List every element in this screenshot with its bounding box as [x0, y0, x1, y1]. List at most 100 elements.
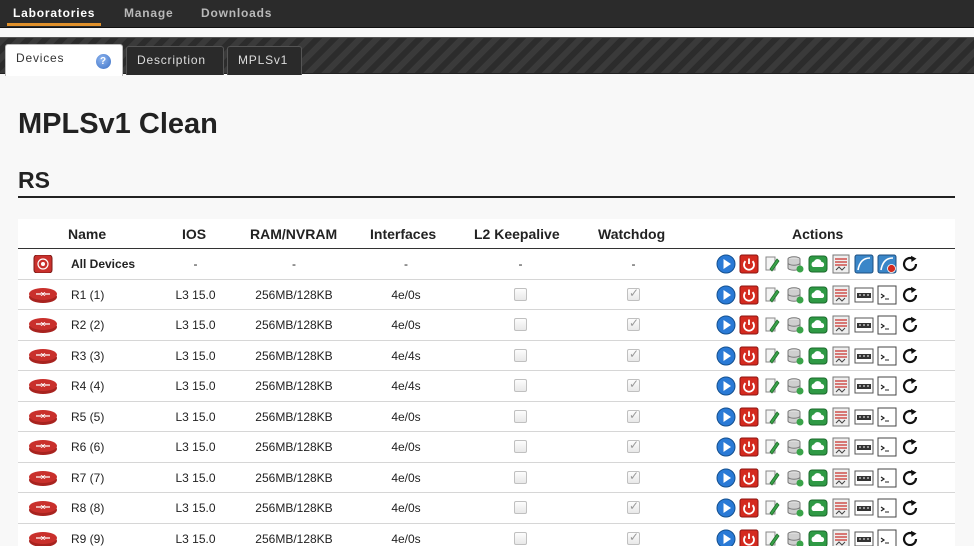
capture-icon[interactable]	[831, 315, 851, 335]
start-icon[interactable]	[716, 315, 736, 335]
database-icon[interactable]	[785, 376, 805, 396]
stop-icon[interactable]	[739, 468, 759, 488]
stop-icon[interactable]	[739, 254, 759, 274]
console-icon[interactable]	[877, 346, 897, 366]
graph-stop-icon[interactable]	[877, 254, 897, 274]
device-name[interactable]: All Devices	[71, 257, 135, 271]
capture-icon[interactable]	[831, 407, 851, 427]
help-icon[interactable]: ?	[96, 54, 111, 69]
nav-manage[interactable]: Manage	[124, 6, 173, 20]
reload-icon[interactable]	[900, 315, 920, 335]
config-icon[interactable]	[854, 407, 874, 427]
reload-icon[interactable]	[900, 376, 920, 396]
device-name[interactable]: R5 (5)	[71, 410, 104, 424]
config-icon[interactable]	[854, 346, 874, 366]
watchdog-checkbox[interactable]	[627, 438, 640, 453]
start-icon[interactable]	[716, 346, 736, 366]
router-icon[interactable]	[28, 286, 58, 304]
router-icon[interactable]	[28, 469, 58, 487]
cloud-icon[interactable]	[808, 437, 828, 457]
stop-icon[interactable]	[739, 376, 759, 396]
reload-icon[interactable]	[900, 407, 920, 427]
config-icon[interactable]	[854, 437, 874, 457]
reload-icon[interactable]	[900, 468, 920, 488]
l2-keepalive-checkbox[interactable]	[514, 501, 527, 514]
stop-icon[interactable]	[739, 498, 759, 518]
database-icon[interactable]	[785, 285, 805, 305]
router-icon[interactable]	[28, 438, 58, 456]
l2-keepalive-checkbox[interactable]	[514, 531, 527, 545]
cloud-icon[interactable]	[808, 407, 828, 427]
database-icon[interactable]	[785, 498, 805, 518]
nav-laboratories[interactable]: Laboratories	[13, 6, 95, 20]
console-icon[interactable]	[877, 407, 897, 427]
l2-keepalive-checkbox[interactable]	[514, 287, 527, 301]
router-icon[interactable]	[28, 316, 58, 334]
database-icon[interactable]	[785, 437, 805, 457]
graph-icon[interactable]	[854, 254, 874, 274]
router-icon[interactable]	[28, 408, 58, 426]
console-icon[interactable]	[877, 285, 897, 305]
watchdog-checkbox[interactable]	[627, 286, 640, 301]
console-icon[interactable]	[877, 529, 897, 546]
device-name[interactable]: R3 (3)	[71, 349, 104, 363]
l2-keepalive-checkbox[interactable]	[514, 348, 527, 362]
stop-icon[interactable]	[739, 315, 759, 335]
reload-icon[interactable]	[900, 285, 920, 305]
device-name[interactable]: R2 (2)	[71, 318, 104, 332]
edit-icon[interactable]	[762, 376, 782, 396]
console-icon[interactable]	[877, 437, 897, 457]
edit-icon[interactable]	[762, 285, 782, 305]
capture-icon[interactable]	[831, 468, 851, 488]
capture-icon[interactable]	[831, 498, 851, 518]
watchdog-checkbox[interactable]	[627, 499, 640, 514]
nav-downloads[interactable]: Downloads	[201, 6, 272, 20]
watchdog-checkbox[interactable]	[627, 530, 640, 545]
l2-keepalive-checkbox[interactable]	[514, 409, 527, 423]
database-icon[interactable]	[785, 407, 805, 427]
console-icon[interactable]	[877, 376, 897, 396]
cloud-icon[interactable]	[808, 376, 828, 396]
watchdog-checkbox[interactable]	[627, 316, 640, 331]
edit-icon[interactable]	[762, 468, 782, 488]
reload-icon[interactable]	[900, 437, 920, 457]
start-icon[interactable]	[716, 285, 736, 305]
device-name[interactable]: R1 (1)	[71, 288, 104, 302]
device-name[interactable]: R7 (7)	[71, 471, 104, 485]
config-icon[interactable]	[854, 498, 874, 518]
router-icon[interactable]	[28, 377, 58, 395]
config-icon[interactable]	[854, 468, 874, 488]
edit-icon[interactable]	[762, 498, 782, 518]
watchdog-checkbox[interactable]	[627, 408, 640, 423]
config-icon[interactable]	[854, 315, 874, 335]
console-icon[interactable]	[877, 498, 897, 518]
start-icon[interactable]	[716, 407, 736, 427]
config-icon[interactable]	[854, 376, 874, 396]
start-icon[interactable]	[716, 498, 736, 518]
start-icon[interactable]	[716, 254, 736, 274]
capture-icon[interactable]	[831, 285, 851, 305]
reload-icon[interactable]	[900, 254, 920, 274]
device-name[interactable]: R6 (6)	[71, 440, 104, 454]
capture-icon[interactable]	[831, 254, 851, 274]
cloud-icon[interactable]	[808, 254, 828, 274]
edit-icon[interactable]	[762, 407, 782, 427]
tab-mplsv1[interactable]: MPLSv1	[227, 46, 302, 75]
l2-keepalive-checkbox[interactable]	[514, 318, 527, 331]
l2-keepalive-checkbox[interactable]	[514, 440, 527, 453]
stop-icon[interactable]	[739, 529, 759, 546]
stop-icon[interactable]	[739, 407, 759, 427]
config-icon[interactable]	[854, 285, 874, 305]
stop-icon[interactable]	[739, 346, 759, 366]
cloud-icon[interactable]	[808, 468, 828, 488]
watchdog-checkbox[interactable]	[627, 347, 640, 362]
console-icon[interactable]	[877, 315, 897, 335]
cloud-icon[interactable]	[808, 346, 828, 366]
capture-icon[interactable]	[831, 376, 851, 396]
router-icon[interactable]	[28, 347, 58, 365]
router-icon[interactable]	[28, 499, 58, 517]
start-icon[interactable]	[716, 468, 736, 488]
cloud-icon[interactable]	[808, 315, 828, 335]
edit-icon[interactable]	[762, 437, 782, 457]
cloud-icon[interactable]	[808, 498, 828, 518]
